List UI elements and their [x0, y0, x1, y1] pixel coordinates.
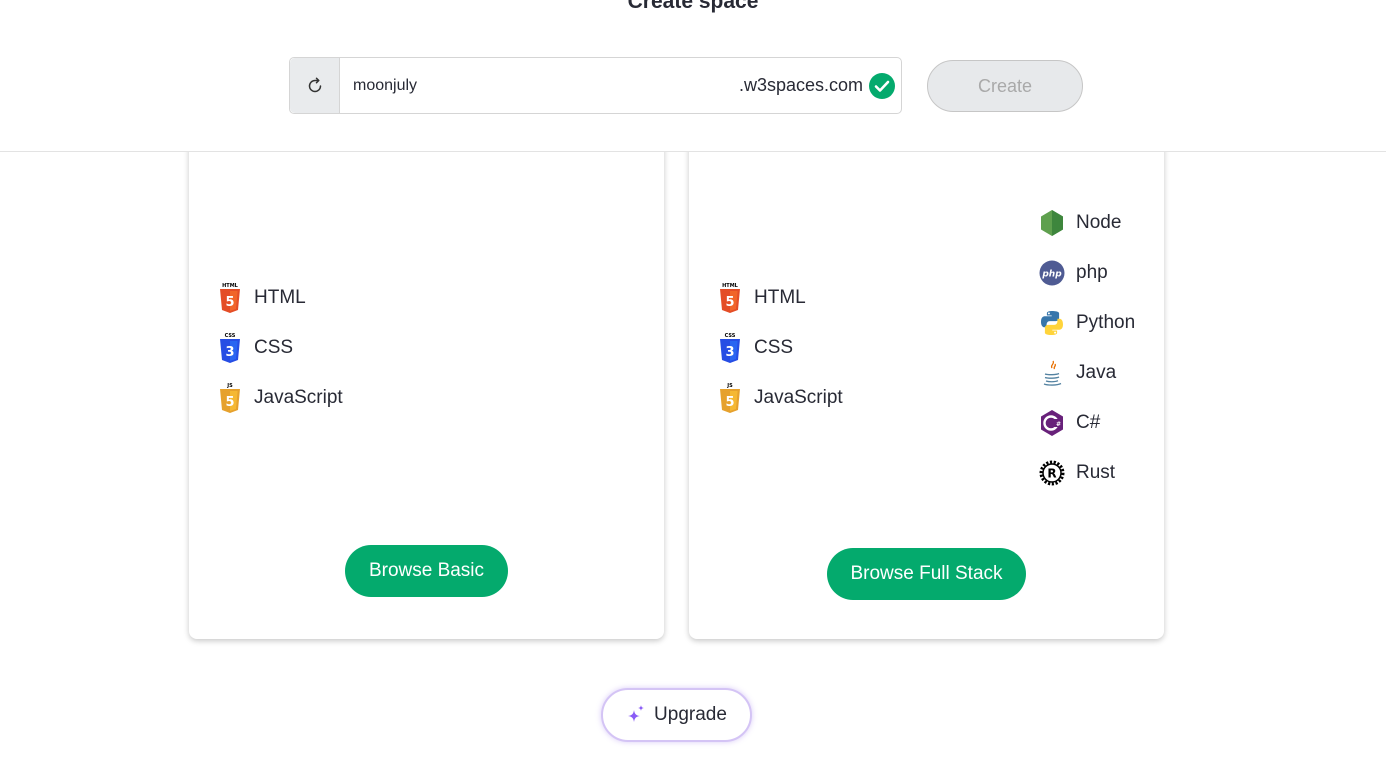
- create-button[interactable]: Create: [927, 60, 1083, 112]
- lang-python: Python: [1039, 306, 1135, 340]
- domain-suffix: .w3spaces.com: [739, 58, 901, 113]
- lang-label: JavaScript: [254, 387, 343, 408]
- upgrade-button[interactable]: Upgrade: [601, 688, 752, 742]
- subdomain-input[interactable]: [340, 58, 739, 113]
- lang-label: CSS: [254, 337, 294, 358]
- svg-text:3: 3: [225, 345, 234, 360]
- svg-text:5: 5: [725, 395, 734, 410]
- html5-icon: HTML 5: [717, 281, 743, 315]
- lang-node: Node: [1039, 206, 1121, 240]
- check-circle-icon: [869, 72, 895, 99]
- lang-label: Java: [1076, 362, 1117, 383]
- refresh-icon: [308, 77, 321, 92]
- lang-php: php php: [1039, 256, 1108, 290]
- svg-text:5: 5: [225, 395, 234, 410]
- lang-javascript: JS 5 JavaScript: [217, 381, 343, 415]
- lang-label: CSS: [754, 337, 794, 358]
- svg-text:JS: JS: [726, 383, 733, 389]
- svg-text:JS: JS: [226, 383, 233, 389]
- svg-text:CSS: CSS: [225, 333, 236, 339]
- upgrade-label: Upgrade: [654, 704, 727, 725]
- svg-text:php: php: [1041, 270, 1062, 280]
- lang-label: HTML: [754, 287, 806, 308]
- browse-full-stack-button[interactable]: Browse Full Stack: [827, 548, 1026, 600]
- lang-label: JavaScript: [754, 387, 843, 408]
- lang-css: CSS 3 CSS: [717, 331, 793, 365]
- lang-label: Python: [1076, 312, 1136, 333]
- lang-rust: R Rust: [1039, 456, 1115, 490]
- svg-text:3: 3: [725, 345, 734, 360]
- php-icon: php: [1039, 256, 1065, 290]
- svg-text:#: #: [1056, 421, 1061, 428]
- python-icon: [1039, 306, 1065, 340]
- svg-text:HTML: HTML: [722, 283, 739, 289]
- javascript-icon: JS 5: [717, 381, 743, 415]
- lang-css: CSS 3 CSS: [217, 331, 293, 365]
- csharp-icon: #: [1039, 406, 1065, 440]
- css3-icon: CSS 3: [717, 331, 743, 365]
- lang-java: Java: [1039, 356, 1116, 390]
- javascript-icon: JS 5: [217, 381, 243, 415]
- refresh-subdomain-button[interactable]: [290, 58, 340, 113]
- sparkle-icon: [628, 705, 645, 722]
- lang-javascript: JS 5 JavaScript: [717, 381, 843, 415]
- full-stack-card: HTML 5 HTML CSS 3 CSS JS 5 JavaScript Node …: [689, 110, 1164, 639]
- lang-html: HTML 5 HTML: [217, 281, 306, 315]
- svg-text:5: 5: [225, 295, 234, 310]
- browse-basic-button[interactable]: Browse Basic: [345, 545, 508, 597]
- html5-icon: HTML 5: [217, 281, 243, 315]
- lang-label: C#: [1076, 412, 1101, 433]
- lang-label: Rust: [1076, 462, 1116, 483]
- lang-html: HTML 5 HTML: [717, 281, 806, 315]
- create-space-header: Create space .w3spaces.com Create: [0, 0, 1386, 152]
- svg-text:CSS: CSS: [725, 333, 736, 339]
- subdomain-input-group: .w3spaces.com: [289, 57, 902, 114]
- nodejs-icon: [1039, 206, 1065, 240]
- css3-icon: CSS 3: [217, 331, 243, 365]
- java-icon: [1039, 356, 1065, 390]
- page-title: Create space: [627, 0, 759, 13]
- lang-label: HTML: [254, 287, 306, 308]
- lang-label: Node: [1076, 212, 1122, 233]
- svg-text:R: R: [1047, 467, 1056, 481]
- svg-text:HTML: HTML: [222, 283, 239, 289]
- lang-csharp: # C#: [1039, 406, 1100, 440]
- svg-text:5: 5: [725, 295, 734, 310]
- basic-card: HTML 5 HTML CSS 3 CSS JS 5 JavaScript Brows…: [189, 110, 664, 639]
- lang-label: php: [1076, 262, 1108, 283]
- domain-suffix-text: .w3spaces.com: [738, 75, 863, 95]
- rust-icon: R: [1039, 456, 1065, 490]
